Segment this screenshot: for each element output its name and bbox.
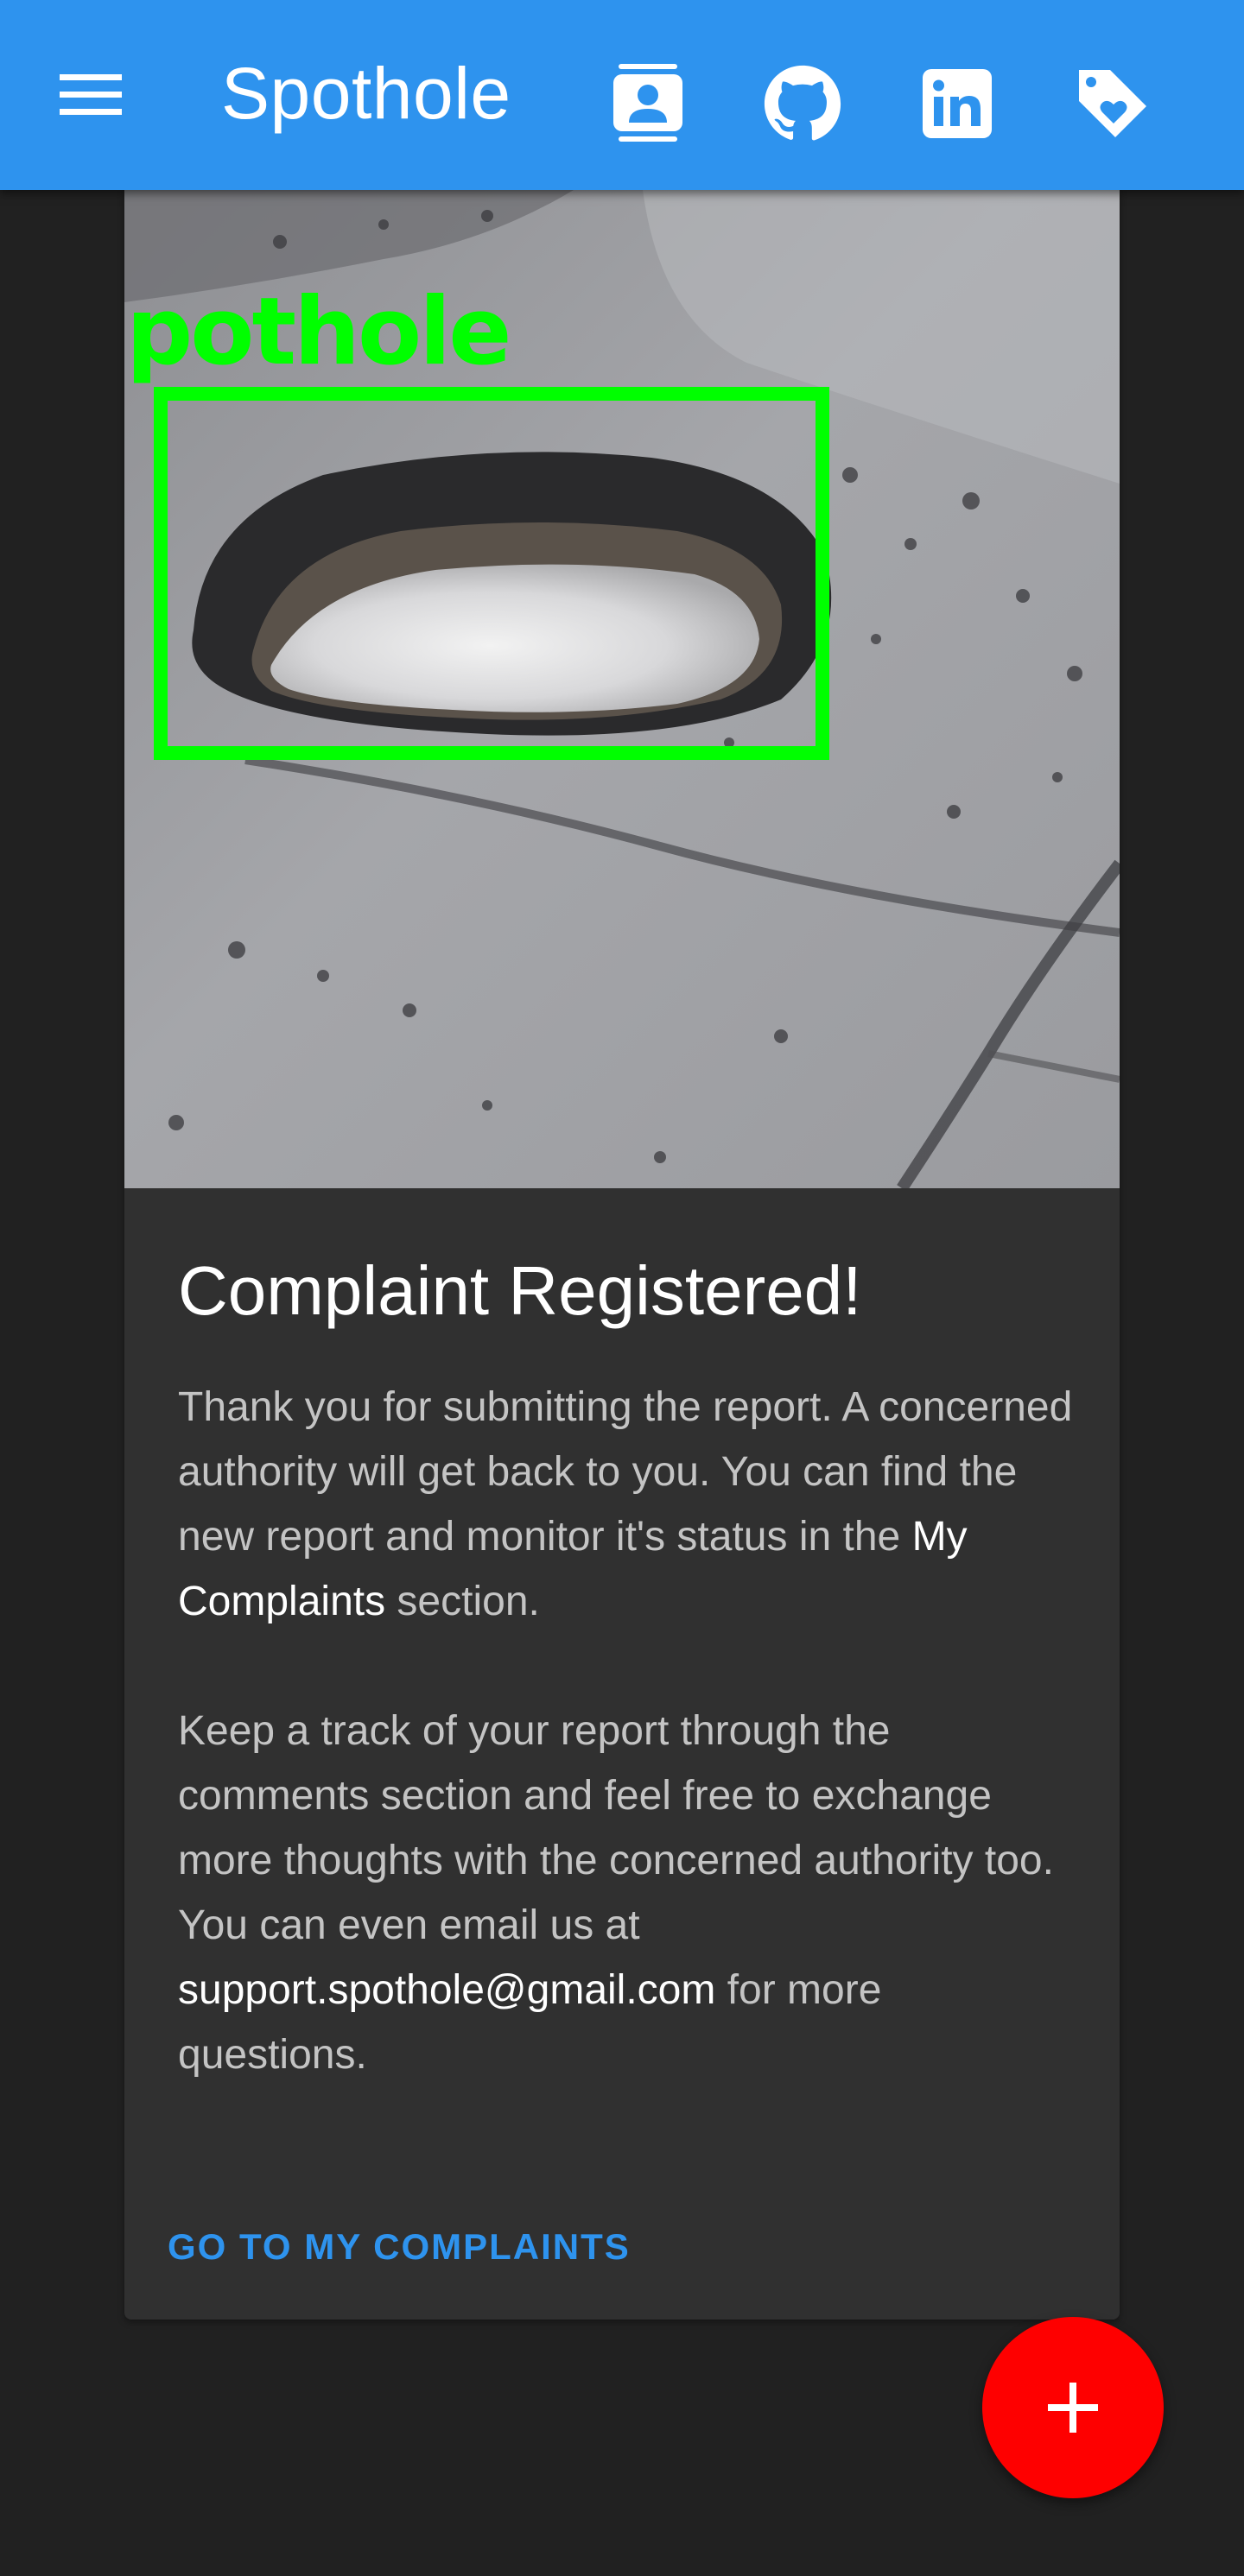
pothole-image: pothole bbox=[124, 190, 1120, 1188]
confirmation-paragraph: Thank you for submitting the report. A c… bbox=[178, 1384, 1073, 1624]
tag-heart-icon bbox=[1079, 70, 1146, 137]
plus-icon bbox=[1048, 2383, 1098, 2433]
support-email: support.spothole@gmail.com bbox=[178, 1967, 716, 2013]
add-complaint-fab[interactable] bbox=[982, 2317, 1164, 2498]
app-bar: Spothole bbox=[0, 0, 1244, 190]
linkedin-icon bbox=[923, 69, 992, 138]
card-title: Complaint Registered! bbox=[178, 1252, 862, 1329]
card-body: Thank you for submitting the report. A c… bbox=[178, 1375, 1076, 2087]
tag-button[interactable] bbox=[1069, 60, 1156, 147]
detection-label: pothole bbox=[126, 278, 511, 386]
contact-paragraph: Keep a track of your report through the … bbox=[178, 1708, 1054, 2078]
go-to-my-complaints-button[interactable]: GO TO MY COMPLAINTS bbox=[168, 2221, 631, 2273]
linkedin-button[interactable] bbox=[914, 60, 1000, 147]
contact-button[interactable] bbox=[605, 60, 691, 147]
complaint-card: pothole Complaint Registered! Thank you … bbox=[124, 190, 1120, 2320]
menu-icon bbox=[60, 74, 122, 115]
contact-card-icon bbox=[613, 64, 682, 142]
app-title: Spothole bbox=[221, 53, 511, 134]
menu-button[interactable] bbox=[52, 65, 130, 125]
github-icon bbox=[764, 65, 841, 141]
github-button[interactable] bbox=[759, 60, 846, 147]
